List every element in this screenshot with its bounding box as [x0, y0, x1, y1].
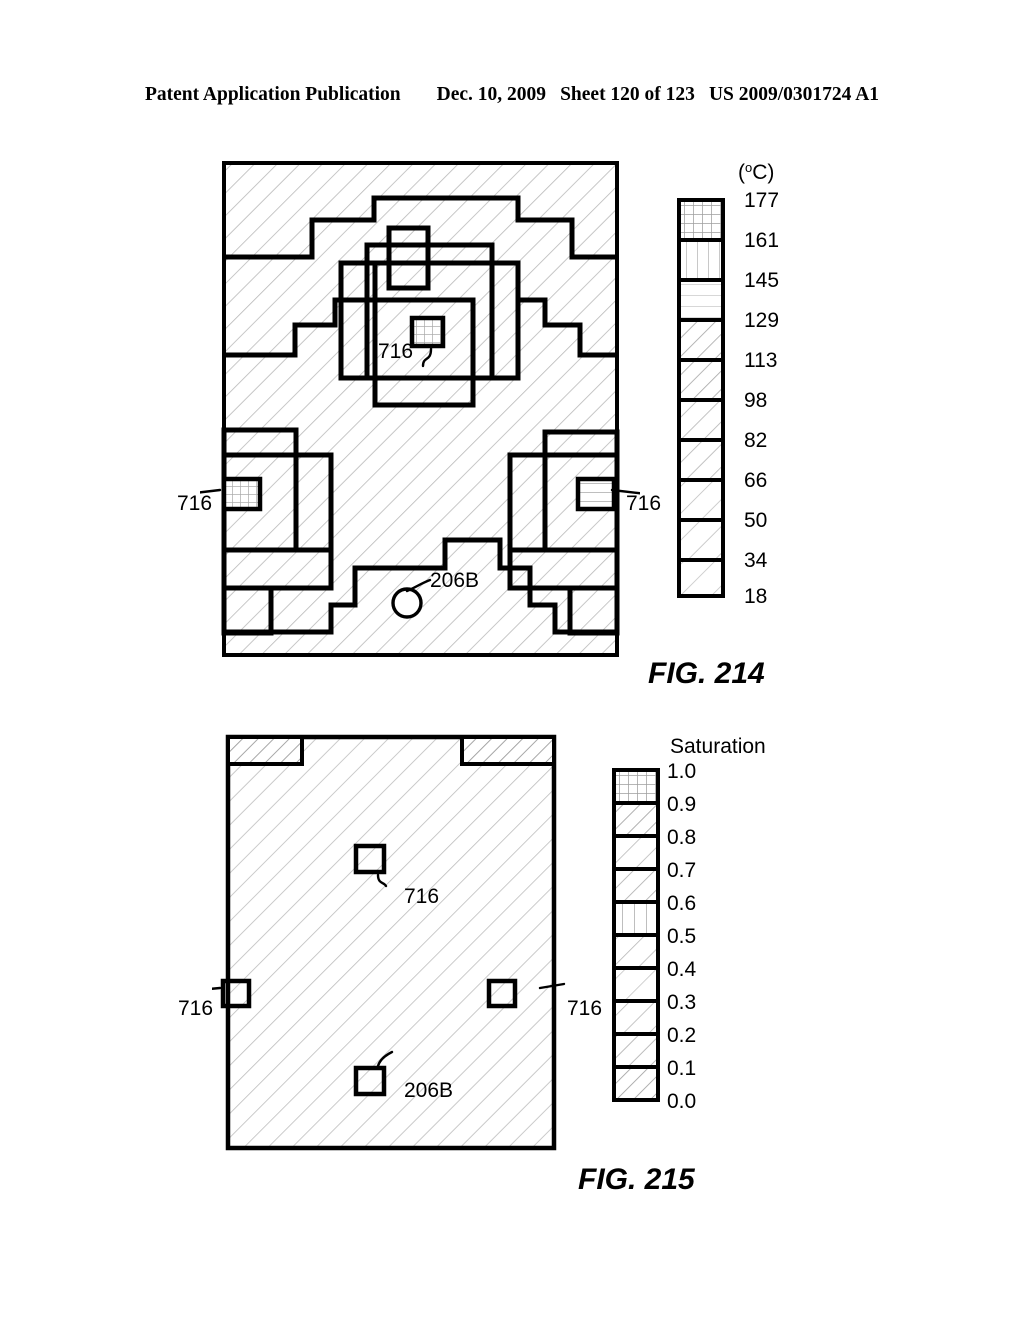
- figure-214-colorbar: [677, 198, 725, 598]
- fig214-cb-tick-0: 177: [744, 189, 780, 212]
- fig214-cb-tick-3: 129: [744, 309, 780, 332]
- fig214-cb-tick-6: 82: [744, 429, 768, 452]
- fig214-domain: [222, 161, 619, 657]
- fig214-cb-tick-2: 145: [744, 269, 780, 292]
- fig215-cb-tick-7: 0.3: [667, 991, 697, 1014]
- fig215-ref-206b: 206B: [404, 1079, 454, 1102]
- fig215-cb-tick-4: 0.6: [667, 892, 697, 915]
- fig215-cb-tick-9: 0.1: [667, 1057, 697, 1080]
- fig215-colorbar-bands: [612, 768, 660, 1102]
- fig215-cb-tick-6: 0.4: [667, 958, 697, 981]
- fig214-colorbar-title: (oC): [738, 160, 774, 185]
- fig215-cb-tick-5: 0.5: [667, 925, 697, 948]
- fig214-ref-716-center: 716: [378, 340, 414, 363]
- fig214-well-marker-206b: [391, 587, 423, 619]
- fig215-colorbar-title: Saturation: [670, 735, 766, 758]
- fig214-ref-716-right: 716: [626, 492, 662, 515]
- fig215-cb-tick-0: 1.0: [667, 760, 697, 783]
- fig215-patch-top-right: [460, 735, 556, 766]
- fig214-cb-tick-4: 113: [744, 349, 778, 372]
- fig215-cb-tick-10: 0.0: [667, 1090, 697, 1113]
- fig214-cell-716-right: [575, 476, 617, 512]
- header-docnum: US 2009/0301724 A1: [708, 84, 880, 105]
- fig214-cb-tick-5: 98: [744, 389, 768, 412]
- header-publication: Patent Application Publication: [144, 84, 401, 105]
- fig214-cb-tick-1: 161: [744, 229, 780, 252]
- fig214-cb-tick-9: 34: [744, 549, 768, 572]
- fig214-cell-716-center: [409, 315, 446, 349]
- fig214-cell-716-left: [221, 476, 263, 512]
- fig214-caption: FIG. 214: [648, 657, 765, 690]
- page-header: Patent Application Publication Dec. 10, 2…: [0, 84, 1024, 106]
- fig214-ref-206b: 206B: [430, 569, 480, 592]
- colorbar-title-prefix: (: [738, 161, 745, 185]
- figure-215-colorbar: [612, 768, 660, 1102]
- fig215-ref-716-center: 716: [404, 885, 440, 908]
- fig214-colorbar-bands: [677, 198, 725, 598]
- fig215-cb-tick-2: 0.8: [667, 826, 697, 849]
- fig214-cb-tick-8: 50: [744, 509, 768, 532]
- fig215-ref-716-left: 716: [178, 997, 214, 1020]
- fig215-cb-tick-8: 0.2: [667, 1024, 697, 1047]
- figure-214-drawing: [200, 161, 640, 657]
- fig214-ref-716-left: 716: [177, 492, 213, 515]
- fig215-patch-top-left: [226, 735, 304, 766]
- fig215-ref-716-right: 716: [567, 997, 603, 1020]
- header-date: Dec. 10, 2009: [436, 84, 547, 105]
- fig215-cb-tick-3: 0.7: [667, 859, 697, 882]
- fig215-cb-tick-1: 0.9: [667, 793, 697, 816]
- header-sheet: Sheet 120 of 123: [560, 84, 695, 105]
- figure-215-drawing: [212, 734, 566, 1151]
- fig215-caption: FIG. 215: [578, 1163, 695, 1196]
- fig214-cb-tick-10: 18: [744, 585, 768, 608]
- colorbar-title-suffix: C): [752, 161, 775, 185]
- fig215-domain: [225, 734, 557, 1151]
- fig214-cb-tick-7: 66: [744, 469, 768, 492]
